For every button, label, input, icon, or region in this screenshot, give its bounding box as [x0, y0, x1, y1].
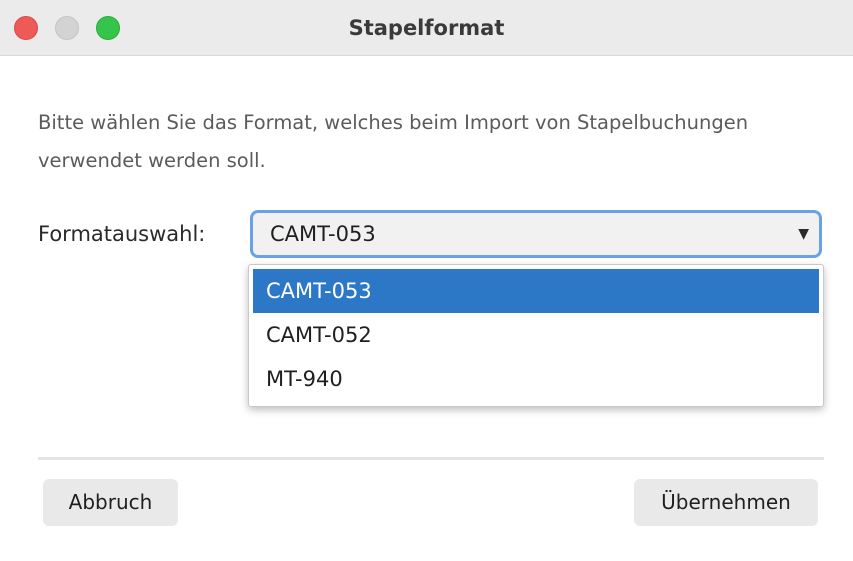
- format-option-camt-052[interactable]: CAMT-052: [253, 313, 819, 357]
- format-select[interactable]: CAMT-053 ▼: [250, 210, 822, 258]
- format-option-mt-940[interactable]: MT-940: [253, 357, 819, 401]
- format-option-camt-053[interactable]: CAMT-053: [253, 269, 819, 313]
- format-dropdown-list: CAMT-053 CAMT-052 MT-940: [248, 264, 824, 407]
- dialog-window: Stapelformat Bitte wählen Sie das Format…: [0, 0, 853, 561]
- title-bar: Stapelformat: [0, 0, 853, 56]
- cancel-button[interactable]: Abbruch: [43, 479, 178, 526]
- format-label: Formatauswahl:: [38, 222, 206, 246]
- instruction-text: Bitte wählen Sie das Format, welches bei…: [38, 111, 749, 172]
- apply-button[interactable]: Übernehmen: [634, 479, 818, 526]
- format-select-value: CAMT-053: [270, 222, 376, 246]
- window-title: Stapelformat: [348, 16, 505, 40]
- divider: [38, 457, 824, 460]
- dropdown-arrow-icon: ▼: [798, 226, 809, 242]
